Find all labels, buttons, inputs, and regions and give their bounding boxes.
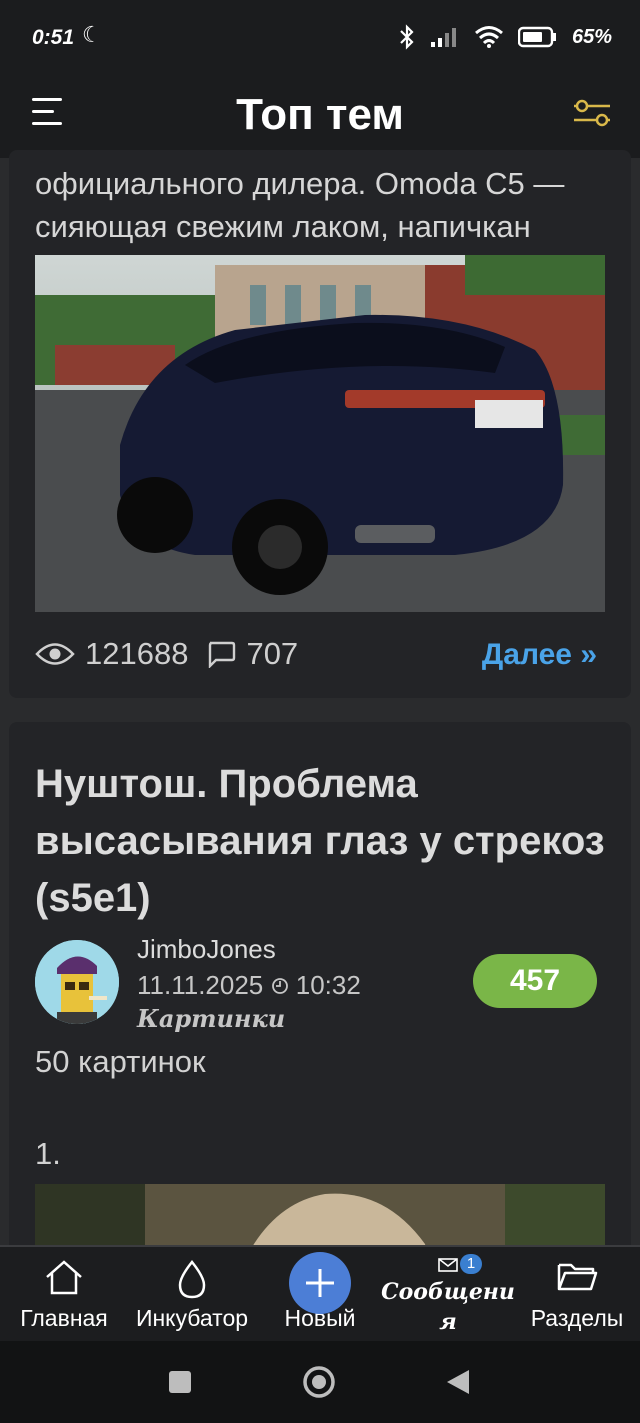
home-circle-icon[interactable] [302, 1365, 336, 1399]
egg-icon [178, 1259, 206, 1299]
recents-icon[interactable] [168, 1370, 192, 1394]
new-post-button[interactable] [289, 1252, 351, 1314]
post-time: 10:32 [295, 970, 361, 1000]
nav-sections[interactable]: Разделы [520, 1247, 634, 1343]
page-title: Топ тем [236, 90, 404, 139]
comment-count[interactable]: 707 [246, 636, 298, 672]
nav-messages-label: Сообщени я [376, 1277, 520, 1337]
post-card: Нуштош. Проблема высасывания глаз у стре… [9, 722, 631, 1282]
status-bar: 0:51 ☾ 65% [0, 0, 640, 78]
signal-icon [430, 28, 456, 47]
view-count: 121688 [85, 636, 189, 671]
filter-sliders-icon[interactable] [572, 96, 612, 130]
post-category[interactable]: Картинки [137, 1004, 285, 1033]
folder-icon [557, 1263, 598, 1291]
status-icons: 65% [398, 24, 612, 50]
status-time: 0:51 [32, 26, 75, 49]
back-icon[interactable] [445, 1368, 471, 1396]
comment-icon [209, 641, 236, 668]
messages-badge: 1 [460, 1254, 482, 1274]
post-excerpt: официального дилера. Omoda C5 — сияющая … [35, 162, 615, 248]
bluetooth-icon [400, 24, 414, 50]
moon-icon: ☾ [82, 22, 102, 47]
battery-icon [517, 26, 556, 48]
plus-icon [306, 1269, 334, 1297]
nav-home-label: Главная [20, 1305, 108, 1331]
nav-home[interactable]: Главная [8, 1247, 120, 1343]
clock-icon [271, 978, 288, 994]
post-body-text: 50 картинок [35, 1044, 206, 1079]
nav-messages-label-line: Сообщени [381, 1279, 515, 1305]
post-date: 11.11.2025 [137, 970, 264, 1000]
author-name[interactable]: JimboJones [137, 934, 276, 965]
nav-sections-label: Разделы [530, 1305, 624, 1331]
home-icon [46, 1260, 82, 1295]
system-navigation-bar [0, 1341, 640, 1423]
post-card: официального дилера. Omoda C5 — сияющая … [9, 150, 631, 698]
eye-icon [35, 643, 75, 665]
nav-messages[interactable]: Сообщени я [376, 1247, 520, 1343]
nav-incubator-label: Инкубатор [135, 1305, 249, 1331]
nav-messages-label-line: я [439, 1309, 457, 1335]
excerpt-line: официального дилера. Omoda C5 — [35, 166, 565, 201]
battery-percent: 65% [571, 25, 612, 48]
list-item-number: 1. [35, 1136, 61, 1171]
post-image-car[interactable] [35, 255, 605, 612]
envelope-icon [438, 1258, 458, 1272]
post-meta: 11.11.2025 10:32 [137, 970, 361, 1001]
avatar[interactable] [35, 940, 119, 1024]
post-stats: 121688 707 [35, 636, 298, 672]
post-title[interactable]: Нуштош. Проблема высасывания глаз у стре… [35, 756, 605, 927]
wifi-icon [475, 26, 503, 48]
nav-incubator[interactable]: Инкубатор [122, 1247, 262, 1343]
read-more-link[interactable]: Далее » [482, 638, 597, 672]
rating-badge[interactable]: 457 [473, 954, 597, 1008]
app-bar: Топ тем [0, 78, 640, 158]
excerpt-line: сияющая свежим лаком, напичкан [35, 209, 531, 244]
